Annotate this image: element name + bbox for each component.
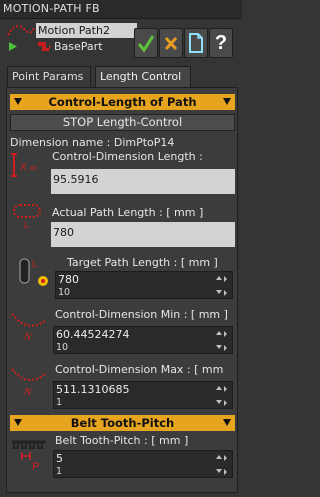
collapse-triangle-icon: [223, 98, 231, 105]
control-dimension-max-label: Control-Dimension Max : [ mm: [55, 363, 224, 376]
spin-right-icon[interactable]: [224, 469, 227, 475]
help-button[interactable]: ?: [209, 28, 233, 58]
svg-text:N: N: [23, 386, 32, 397]
spinbox-value: 60.44524274: [56, 328, 130, 341]
collapse-triangle-icon: [14, 419, 22, 426]
spinbox-step: 1: [56, 466, 63, 477]
dimension-icon: X xx: [11, 153, 38, 177]
tree-item-motion-path[interactable]: Motion Path2: [6, 23, 137, 38]
new-document-button[interactable]: [184, 28, 208, 58]
dimension-name-label: Dimension name : DimPtoP14: [10, 136, 175, 149]
svg-text:xx: xx: [30, 165, 38, 172]
spin-down-icon[interactable]: [216, 345, 222, 349]
collapse-triangle-icon: [223, 419, 231, 426]
spin-right-icon[interactable]: [224, 400, 227, 406]
section-title: Control-Length of Path: [48, 95, 197, 109]
spin-up-icon[interactable]: [216, 276, 222, 280]
tree-item-basepart[interactable]: BasePart: [6, 39, 136, 54]
spinbox-arrows[interactable]: [210, 383, 230, 408]
check-icon: [137, 35, 155, 53]
spin-right-icon[interactable]: [224, 386, 227, 392]
spinbox-arrows[interactable]: [210, 273, 230, 298]
spinbox-value: 780: [58, 273, 79, 286]
control-dimension-length-label: Control-Dimension Length :: [52, 150, 203, 163]
spin-down-icon[interactable]: [216, 469, 222, 473]
svg-text:N: N: [23, 331, 32, 342]
motion-path-icon: [7, 25, 35, 36]
svg-text:X: X: [20, 162, 27, 173]
min-dimension-icon: N: [11, 313, 47, 342]
cancel-button[interactable]: [159, 28, 183, 58]
expand-arrow-icon[interactable]: [8, 41, 18, 52]
spin-up-icon[interactable]: [216, 331, 222, 335]
spin-up-icon[interactable]: [216, 386, 222, 390]
target-length-icon: L: [19, 258, 48, 286]
spin-right-icon[interactable]: [224, 345, 227, 351]
document-icon: [189, 33, 203, 53]
close-icon: [164, 36, 178, 51]
control-dimension-min-spinbox[interactable]: 60.44524274 10: [53, 326, 233, 354]
section-title: Belt Tooth-Pitch: [70, 416, 175, 430]
ok-button[interactable]: [134, 28, 158, 58]
actual-path-length-label: Actual Path Length : [ mm ]: [52, 206, 204, 219]
spinbox-arrows[interactable]: [210, 328, 230, 353]
spinbox-arrows[interactable]: [210, 452, 230, 477]
spinbox-step: 10: [58, 287, 71, 298]
tab-bar: Point Params Length Control: [7, 66, 240, 87]
belt-tooth-pitch-spinbox[interactable]: 5 1: [53, 450, 233, 478]
window-title: MOTION-PATH FB: [3, 2, 100, 15]
target-path-length-label: Target Path Length : [ mm ]: [67, 256, 218, 269]
spin-right-icon[interactable]: [224, 455, 227, 461]
actual-path-length-field: 780: [51, 222, 235, 247]
spin-right-icon[interactable]: [224, 290, 227, 296]
spinbox-value: 511.1310685: [56, 383, 130, 396]
spin-up-icon[interactable]: [216, 455, 222, 459]
collapse-triangle-icon: [14, 98, 22, 105]
svg-text:P: P: [32, 461, 39, 473]
spinbox-step: 10: [56, 342, 69, 353]
tab-point-params[interactable]: Point Params: [7, 66, 91, 87]
section-header-belt-tooth-pitch[interactable]: Belt Tooth-Pitch: [10, 415, 235, 431]
target-path-length-spinbox[interactable]: 780 10: [55, 271, 233, 299]
max-dimension-icon: N: [11, 368, 47, 397]
belt-tooth-icon: P: [12, 440, 46, 473]
svg-text:L: L: [32, 259, 37, 269]
spin-right-icon[interactable]: [224, 276, 227, 282]
path-loop-icon: L: [13, 204, 41, 229]
tab-label: Length Control: [100, 70, 182, 83]
control-dimension-max-spinbox[interactable]: 511.1310685 1: [53, 381, 233, 409]
section-header-control-length[interactable]: Control-Length of Path: [10, 94, 235, 110]
spin-down-icon[interactable]: [216, 400, 222, 404]
spinbox-value: 5: [56, 452, 63, 465]
help-icon: ?: [215, 32, 227, 54]
length-control-panel: Control-Length of Path STOP Length-Contr…: [6, 87, 238, 493]
tree-item-label: BasePart: [54, 40, 103, 53]
part-icon: [38, 42, 51, 51]
tab-label: Point Params: [12, 70, 84, 83]
control-dimension-length-field[interactable]: 95.5916: [51, 169, 235, 194]
title-bar: MOTION-PATH FB: [0, 0, 242, 19]
svg-text:L: L: [24, 220, 29, 229]
tab-length-control[interactable]: Length Control: [95, 66, 191, 87]
spin-down-icon[interactable]: [216, 290, 222, 294]
belt-tooth-pitch-label: Belt Tooth-Pitch : [ mm ]: [55, 434, 189, 447]
spinbox-step: 1: [56, 397, 63, 408]
stop-length-control-button[interactable]: STOP Length-Control: [10, 114, 235, 131]
svg-text:?: ?: [215, 32, 227, 54]
spin-right-icon[interactable]: [224, 331, 227, 337]
feature-tree: Motion Path2 BasePart: [2, 20, 137, 58]
control-dimension-min-label: Control-Dimension Min : [ mm ]: [55, 308, 228, 321]
tree-item-label: Motion Path2: [38, 24, 110, 37]
